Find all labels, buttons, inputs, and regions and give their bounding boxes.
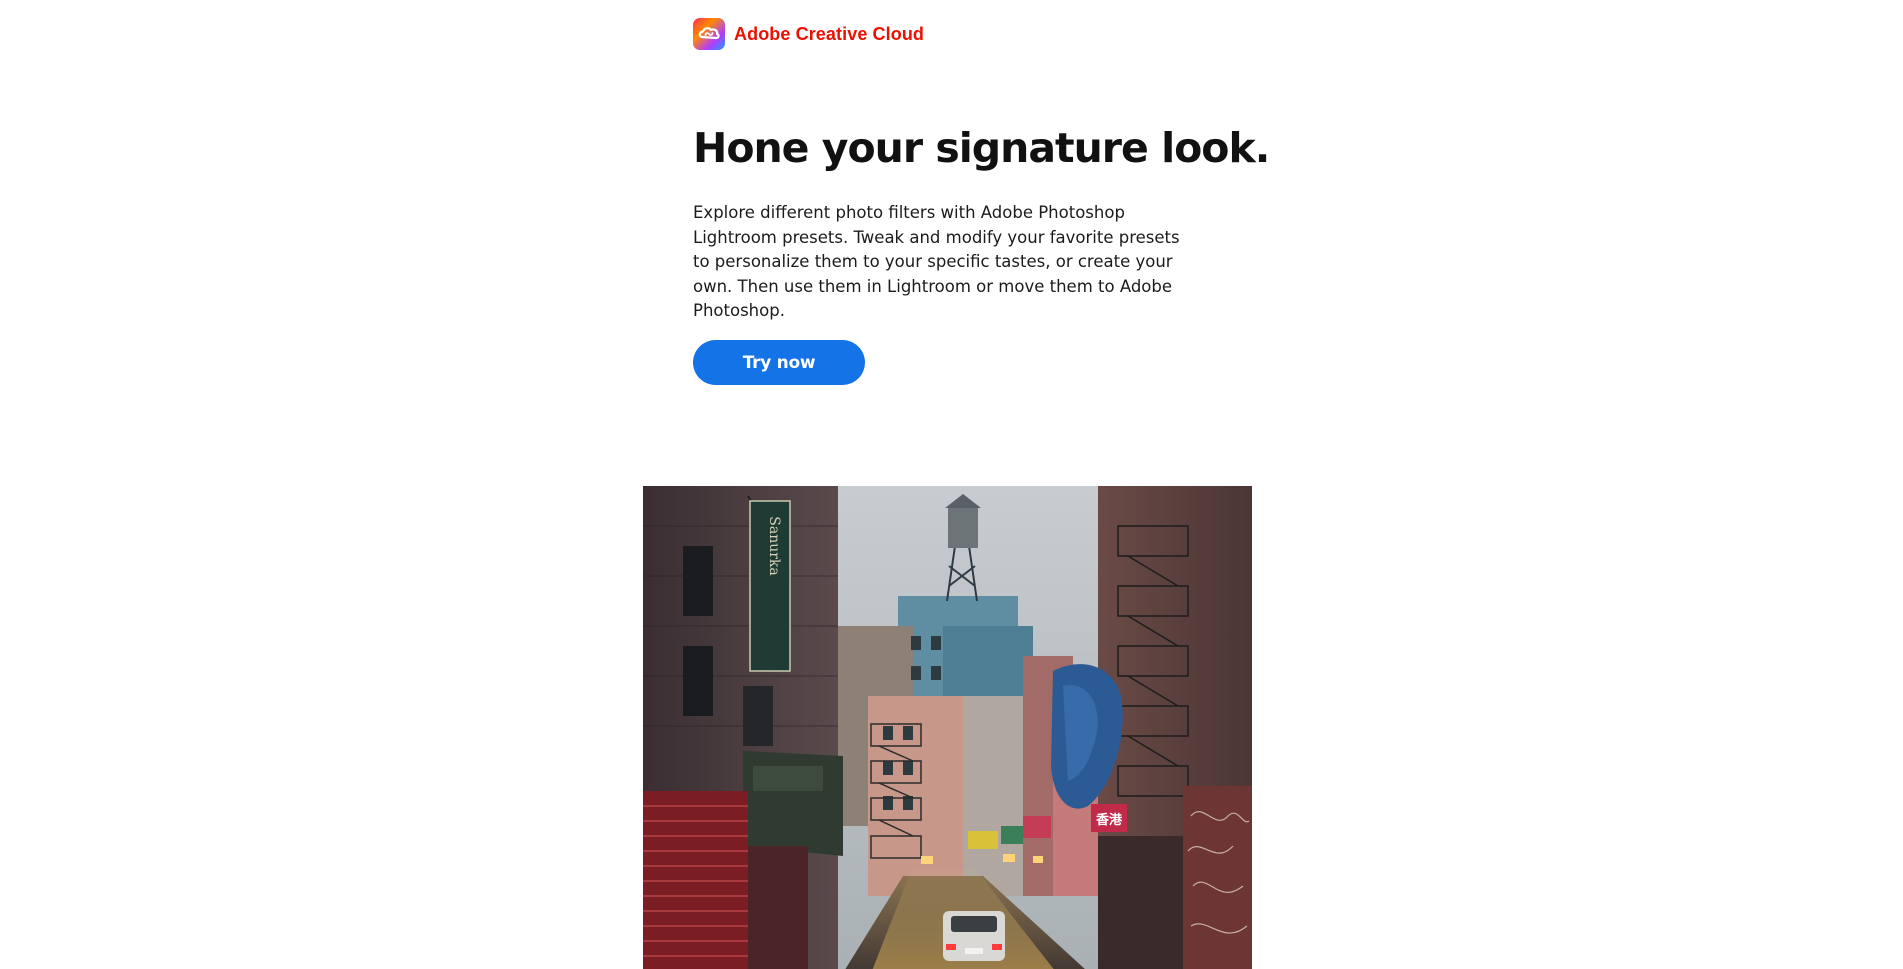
red-sign-text: 香港 xyxy=(1095,812,1123,828)
street-alley-photo: Sanurka 香港 xyxy=(643,486,1252,969)
brand-name: Adobe Creative Cloud xyxy=(734,23,925,44)
creative-cloud-logo-icon xyxy=(693,18,725,50)
body-copy: Explore different photo filters with Ado… xyxy=(693,203,1180,320)
hero-image[interactable]: Sanurka 香港 xyxy=(643,486,1252,969)
email-page: Adobe Creative Cloud Hone your signature… xyxy=(0,0,1903,969)
brand-header[interactable]: Adobe Creative Cloud xyxy=(693,18,924,50)
headline: Hone your signature look. xyxy=(693,124,1270,172)
try-now-button[interactable]: Try now xyxy=(693,340,865,385)
sign-text: Sanurka xyxy=(766,516,782,576)
